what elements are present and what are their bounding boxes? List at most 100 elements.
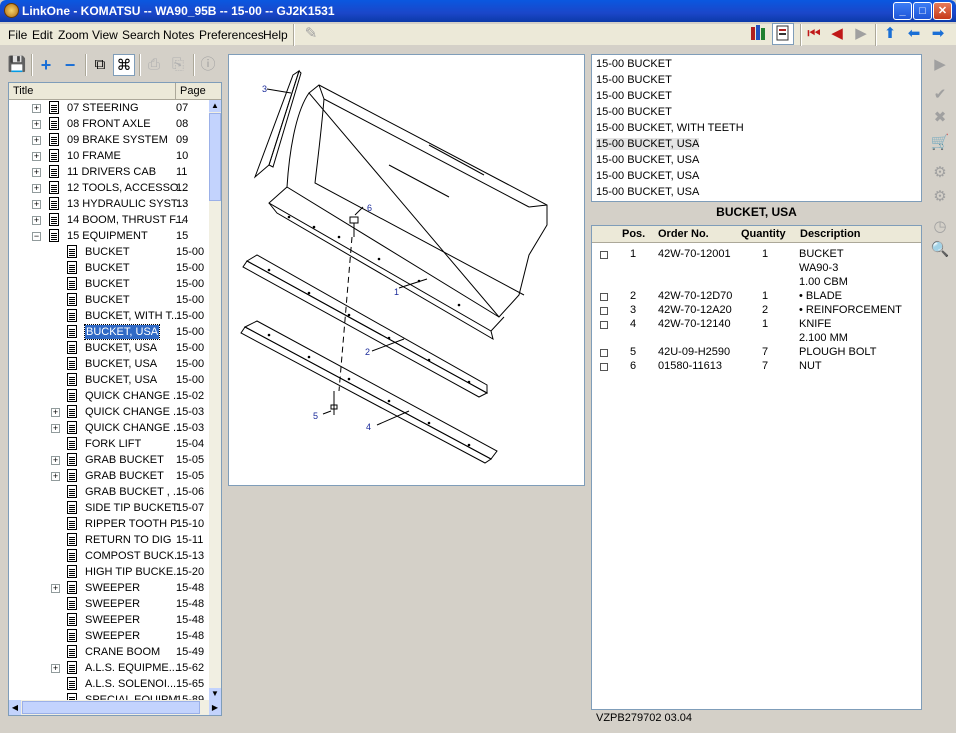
tree-row[interactable]: A.L.S. SOLENOI... 15-65 bbox=[9, 676, 209, 692]
expand-icon[interactable]: + bbox=[51, 472, 60, 481]
tree-row[interactable]: − 15 EQUIPMENT 15 bbox=[9, 228, 209, 244]
callout-6[interactable]: 6 bbox=[367, 203, 372, 213]
callout-3[interactable]: 3 bbox=[262, 84, 267, 94]
scroll-thumb[interactable] bbox=[209, 113, 221, 201]
col-quantity[interactable]: Quantity bbox=[741, 228, 786, 240]
scroll-down-icon[interactable]: ▼ bbox=[209, 688, 221, 700]
books-icon[interactable] bbox=[748, 23, 770, 45]
col-description[interactable]: Description bbox=[800, 228, 861, 240]
tree-row[interactable]: CRANE BOOM 15-49 bbox=[9, 644, 209, 660]
menu-file[interactable]: File bbox=[8, 28, 27, 42]
copy-icon[interactable]: ⧉ bbox=[89, 54, 111, 76]
add-icon[interactable]: + bbox=[35, 54, 57, 76]
callout-5[interactable]: 5 bbox=[313, 411, 318, 421]
first-page-icon[interactable]: ⏮ bbox=[803, 23, 825, 45]
row-checkbox[interactable] bbox=[600, 349, 608, 357]
page-list-item[interactable]: 15-00 BUCKET, USA bbox=[596, 186, 699, 198]
row-checkbox[interactable] bbox=[600, 321, 608, 329]
cart-remove-icon[interactable]: ⚙ bbox=[929, 186, 951, 208]
row-checkbox[interactable] bbox=[600, 307, 608, 315]
tree-row[interactable]: BUCKET, WITH T... 15-00 bbox=[9, 308, 209, 324]
tree-row[interactable]: +12 TOOLS, ACCESSO... 12 bbox=[9, 180, 209, 196]
scroll-right-icon[interactable]: ▶ bbox=[209, 700, 221, 715]
page-list-item[interactable]: 15-00 BUCKET, USA bbox=[596, 170, 699, 182]
row-checkbox[interactable] bbox=[600, 293, 608, 301]
tree-row[interactable]: BUCKET 15-00 bbox=[9, 260, 209, 276]
tree-row[interactable]: +09 BRAKE SYSTEM 09 bbox=[9, 132, 209, 148]
tree-row[interactable]: COMPOST BUCK... 15-13 bbox=[9, 548, 209, 564]
tree-row[interactable]: + GRAB BUCKET 15-05 bbox=[9, 452, 209, 468]
tree-row[interactable]: BUCKET, USA 15-00 bbox=[9, 372, 209, 388]
save-icon[interactable]: 💾 bbox=[6, 54, 28, 76]
print-all-icon[interactable]: ⎘ bbox=[167, 54, 189, 76]
tree-row[interactable]: HIGH TIP BUCKE... 15-20 bbox=[9, 564, 209, 580]
collapse-icon[interactable]: − bbox=[32, 232, 41, 241]
tree-row[interactable]: +11 DRIVERS CAB 11 bbox=[9, 164, 209, 180]
row-checkbox[interactable] bbox=[600, 363, 608, 371]
tree-header-title[interactable]: Title bbox=[13, 85, 33, 97]
clock-icon[interactable]: ◷ bbox=[929, 216, 951, 238]
page-list-item[interactable]: 15-00 BUCKET bbox=[596, 106, 672, 118]
page-list[interactable]: 15-00 BUCKET 15-00 BUCKET 15-00 BUCKET 15-0… bbox=[591, 54, 922, 202]
menu-edit[interactable]: Edit bbox=[32, 28, 53, 42]
tree-row[interactable]: BUCKET 15-00 bbox=[9, 292, 209, 308]
menu-help[interactable]: Help bbox=[263, 28, 288, 42]
tree-row[interactable]: +14 BOOM, THRUST F... 14 bbox=[9, 212, 209, 228]
cart-icon[interactable]: 🛒 bbox=[929, 132, 951, 154]
back-arrow-icon[interactable]: ⬅ bbox=[903, 23, 925, 45]
info-icon[interactable]: ⓘ bbox=[197, 54, 219, 76]
expand-icon[interactable]: + bbox=[32, 200, 41, 209]
expand-icon[interactable]: + bbox=[51, 424, 60, 433]
tree-row[interactable]: FORK LIFT 15-04 bbox=[9, 436, 209, 452]
print-icon[interactable]: ⎙ bbox=[143, 54, 165, 76]
page-list-item[interactable]: 15-00 BUCKET bbox=[596, 74, 672, 86]
menu-search[interactable]: Search bbox=[122, 28, 160, 42]
expand-icon[interactable]: + bbox=[32, 120, 41, 129]
expand-icon[interactable]: + bbox=[32, 104, 41, 113]
page-list-item[interactable]: 15-00 BUCKET bbox=[596, 90, 672, 102]
tree-row[interactable]: + SWEEPER 15-48 bbox=[9, 580, 209, 596]
tree-vertical-scrollbar[interactable]: ▲ ▼ bbox=[209, 100, 221, 700]
callout-2[interactable]: 2 bbox=[365, 347, 370, 357]
row-checkbox[interactable] bbox=[600, 251, 608, 259]
next-page-icon[interactable]: ▶ bbox=[850, 23, 872, 45]
tree-row[interactable]: RIPPER TOOTH P... 15-10 bbox=[9, 516, 209, 532]
tree-row[interactable]: BUCKET, USA 15-00 bbox=[9, 356, 209, 372]
expand-icon[interactable]: + bbox=[51, 664, 60, 673]
expand-icon[interactable]: + bbox=[51, 408, 60, 417]
tree-row[interactable]: BUCKET 15-00 bbox=[9, 244, 209, 260]
callout-1[interactable]: 1 bbox=[394, 287, 399, 297]
expand-icon[interactable]: + bbox=[32, 216, 41, 225]
up-arrow-icon[interactable]: ⬆ bbox=[879, 23, 901, 45]
cart-add-icon[interactable]: ⚙ bbox=[929, 162, 951, 184]
tree-row[interactable]: +10 FRAME 10 bbox=[9, 148, 209, 164]
callout-4[interactable]: 4 bbox=[366, 422, 371, 432]
tree-row[interactable]: + GRAB BUCKET 15-05 bbox=[9, 468, 209, 484]
tree-row[interactable]: +13 HYDRAULIC SYST... 13 bbox=[9, 196, 209, 212]
parts-diagram[interactable]: 3 1 2 4 5 6 bbox=[228, 54, 585, 486]
tree-row[interactable]: RETURN TO DIG 15-11 bbox=[9, 532, 209, 548]
tree-row[interactable]: SIDE TIP BUCKET 15-07 bbox=[9, 500, 209, 516]
expand-icon[interactable]: + bbox=[51, 584, 60, 593]
minimize-button[interactable]: _ bbox=[893, 2, 912, 20]
tree-row[interactable]: SWEEPER 15-48 bbox=[9, 612, 209, 628]
maximize-button[interactable]: □ bbox=[913, 2, 932, 20]
tree-view-icon[interactable]: ⌘ bbox=[113, 54, 135, 76]
expand-icon[interactable]: + bbox=[32, 152, 41, 161]
tree-row[interactable]: SWEEPER 15-48 bbox=[9, 628, 209, 644]
hscroll-thumb[interactable] bbox=[22, 701, 200, 714]
pin-icon[interactable]: ✎ bbox=[300, 23, 322, 45]
forward-arrow-icon[interactable]: ➡ bbox=[927, 23, 949, 45]
tree-row[interactable]: +08 FRONT AXLE 08 bbox=[9, 116, 209, 132]
close-button[interactable]: ✕ bbox=[933, 2, 952, 20]
page-list-item[interactable]: 15-00 BUCKET, WITH TEETH bbox=[596, 122, 744, 134]
scroll-left-icon[interactable]: ◀ bbox=[9, 700, 21, 715]
page-list-item[interactable]: 15-00 BUCKET, USA bbox=[596, 138, 700, 150]
tree-row[interactable]: + QUICK CHANGE ... 15-03 bbox=[9, 404, 209, 420]
expand-icon[interactable]: + bbox=[32, 184, 41, 193]
scroll-up-icon[interactable]: ▲ bbox=[209, 100, 221, 112]
check-icon[interactable]: ✔ bbox=[929, 84, 951, 106]
tree-row[interactable]: QUICK CHANGE ... 15-02 bbox=[9, 388, 209, 404]
tree-row[interactable]: BUCKET 15-00 bbox=[9, 276, 209, 292]
play-icon[interactable]: ▶ bbox=[929, 54, 951, 76]
